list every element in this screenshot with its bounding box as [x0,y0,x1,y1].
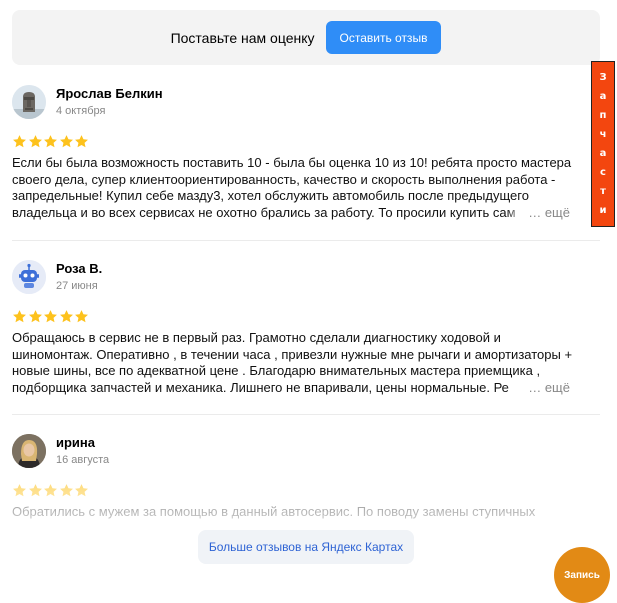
parts-side-tab[interactable]: Запчасти [591,61,615,227]
star-icon [13,135,26,148]
review-text-line: владельца и во всех сервисах не охотно б… [12,204,516,220]
star-icon [13,310,26,323]
robot-avatar-icon[interactable] [12,260,46,294]
review-text: Обратились с мужем за помощью в данный а… [12,504,584,521]
star-icon [44,310,57,323]
rating-prompt-bar: Поставьте нам оценку Оставить отзыв [12,10,600,65]
side-tab-char: и [599,204,607,216]
review-author-name[interactable]: Ярослав Белкин [56,86,163,102]
review-text-line: подборщика запчастей и механика. Лишнего… [12,379,509,395]
review-author-row: Роза В. 27 июня [12,257,600,297]
review-date: 4 октября [56,104,106,117]
more-reviews-button[interactable]: Больше отзывов на Яндекс Картах [198,530,414,564]
review-text-line: Обращаюсь в сервис не в первый раз. Грам… [12,330,501,345]
rating-prompt-text: Поставьте нам оценку [170,29,315,46]
star-icon [59,135,73,148]
star-icon [13,484,26,497]
review-text: Если бы была возможность поставить 10 - … [12,155,584,221]
side-tab-char: т [600,185,606,197]
star-icon [59,310,73,323]
review-author-name[interactable]: Роза В. [56,261,102,277]
star-icon [75,135,88,148]
review-date: 16 августа [56,453,110,466]
star-icon [59,484,73,497]
expand-review-link[interactable]: … ещё [506,204,570,221]
review-date: 27 июня [56,279,98,292]
star-icon [44,135,57,148]
review-text-line: шиномонтаж. Оперативно , в течении часа … [12,346,573,362]
side-tab-char: п [599,109,607,121]
moai-statue-icon[interactable] [12,85,46,119]
review-text-line: своего дела, супер клиентоориентированно… [12,171,556,187]
review-text: Обращаюсь в сервис не в первый раз. Грам… [12,330,584,396]
side-tab-char: ч [599,128,607,140]
review-rating-stars [12,483,600,499]
review-author-row: Ярослав Белкин 4 октября [12,82,600,122]
star-icon [28,135,42,148]
review-card: ирина 16 августа Обратились с мужем за п… [12,431,600,521]
review-rating-stars [12,134,600,150]
review-text-line: запредельные! Купил себе мазду3, хотел о… [12,188,529,203]
review-rating-stars [12,309,600,325]
side-tab-char: З [599,71,607,83]
review-author-name[interactable]: ирина [56,435,109,451]
review-card: Ярослав Белкин 4 октября Если бы была во… [12,82,600,221]
side-tab-char: а [599,90,607,102]
leave-review-button[interactable]: Оставить отзыв [325,21,442,54]
expand-review-link[interactable]: … ещё [506,379,570,396]
star-icon [28,310,42,323]
review-text-line: новые шины, все по адекватной цене . Бла… [12,363,541,378]
review-divider [12,240,600,241]
star-icon [28,484,42,497]
review-text-line: Обратились с мужем за помощью в данный а… [12,504,536,519]
review-text-line: Если бы была возможность поставить 10 - … [12,155,572,170]
record-button[interactable]: Запись [554,547,610,603]
star-icon [75,310,88,323]
review-divider [12,414,600,415]
side-tab-char: с [600,166,606,178]
user-photo-icon[interactable] [12,434,46,468]
review-card: Роза В. 27 июня Обращаюсь в сервис не в … [12,257,600,396]
side-tab-char: а [599,147,607,159]
star-icon [75,484,88,497]
review-author-row: ирина 16 августа [12,431,600,471]
star-icon [44,484,57,497]
